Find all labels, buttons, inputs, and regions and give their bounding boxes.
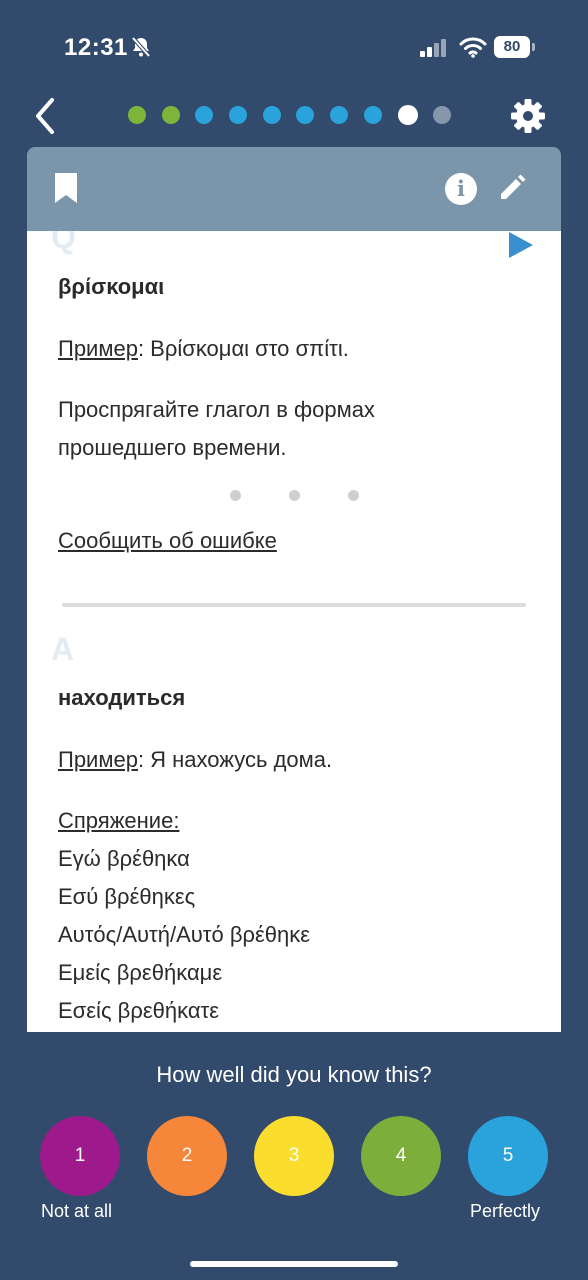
bell-muted-icon	[131, 36, 151, 58]
example-label: Пример	[58, 336, 138, 361]
question-example: Пример: Βρίσκομαι στο σπίτι.	[58, 330, 349, 368]
progress-dot	[195, 106, 214, 124]
progress-dot	[397, 105, 418, 125]
rating-button-4[interactable]: 4	[361, 1116, 441, 1196]
progress-dot	[433, 106, 452, 124]
rating-button-3[interactable]: 3	[254, 1116, 334, 1196]
report-error-link[interactable]: Сообщить об ошибке	[58, 528, 277, 554]
rating-button-5[interactable]: 5	[468, 1116, 548, 1196]
conjugation-line: Εμείς βρεθήκαμε	[58, 960, 223, 985]
example-text: : Я нахожусь дома.	[137, 747, 333, 772]
question-task: Проспрягайте глагол в формах прошедшего …	[58, 391, 375, 467]
answer-example: Пример: Я нахожусь дома.	[58, 741, 332, 779]
progress-dot	[161, 106, 180, 124]
conjugation-line: Εγώ βρέθηκα	[58, 846, 190, 871]
rating-low-label: Not at all	[41, 1201, 113, 1221]
home-indicator[interactable]	[190, 1261, 398, 1267]
flashcard: Q βρίσκομαι Пример: Βρίσκομαι στο σπίτι.…	[27, 231, 561, 1032]
progress-dot	[229, 106, 248, 124]
card-toolbar: i	[27, 147, 561, 231]
status-time: 12:31	[64, 34, 128, 61]
status-bar: 12:31 80	[0, 0, 588, 90]
conjugation-label: Спряжение:	[58, 808, 180, 833]
progress-dot	[262, 106, 281, 124]
back-chevron-icon[interactable]	[28, 94, 68, 138]
task-line: Проспрягайте глагол в формах	[58, 397, 375, 422]
rating-high-label: Perfectly	[470, 1201, 541, 1221]
task-line: прошедшего времени.	[58, 435, 287, 460]
progress-dots	[128, 100, 467, 130]
bookmark-icon[interactable]	[53, 171, 79, 205]
progress-dot	[296, 106, 315, 124]
question-marker: Q	[51, 231, 76, 255]
divider	[62, 603, 526, 607]
play-audio-icon[interactable]	[507, 231, 537, 259]
battery-indicator: 80	[494, 36, 535, 58]
conjugation-block: Спряжение: Εγώ βρέθηκα Εσύ βρέθηκες Αυτό…	[58, 802, 310, 1030]
answer-word: находиться	[58, 685, 186, 710]
conjugation-line: Εσείς βρεθήκατε	[58, 998, 220, 1023]
info-icon[interactable]: i	[445, 173, 477, 205]
rating-button-2[interactable]: 2	[147, 1116, 227, 1196]
progress-dot	[128, 106, 146, 124]
more-dots-indicator	[230, 490, 407, 501]
gear-icon[interactable]	[508, 96, 548, 136]
question-word: βρίσκομαι	[58, 274, 165, 299]
rating-prompt: How well did you know this?	[156, 1062, 432, 1087]
example-label: Пример	[58, 747, 138, 772]
progress-dot	[363, 106, 382, 124]
progress-dot	[330, 106, 349, 124]
example-text: : Βρίσκομαι στο σπίτι.	[137, 336, 349, 361]
wifi-icon	[459, 37, 487, 58]
rating-button-1[interactable]: 1	[40, 1116, 120, 1196]
conjugation-line: Αυτός/Αυτή/Αυτό βρέθηκε	[58, 922, 311, 947]
conjugation-line: Εσύ βρέθηκες	[58, 884, 196, 909]
edit-pencil-icon[interactable]	[497, 173, 527, 203]
answer-marker: A	[51, 631, 75, 667]
cellular-signal-icon	[420, 39, 446, 57]
